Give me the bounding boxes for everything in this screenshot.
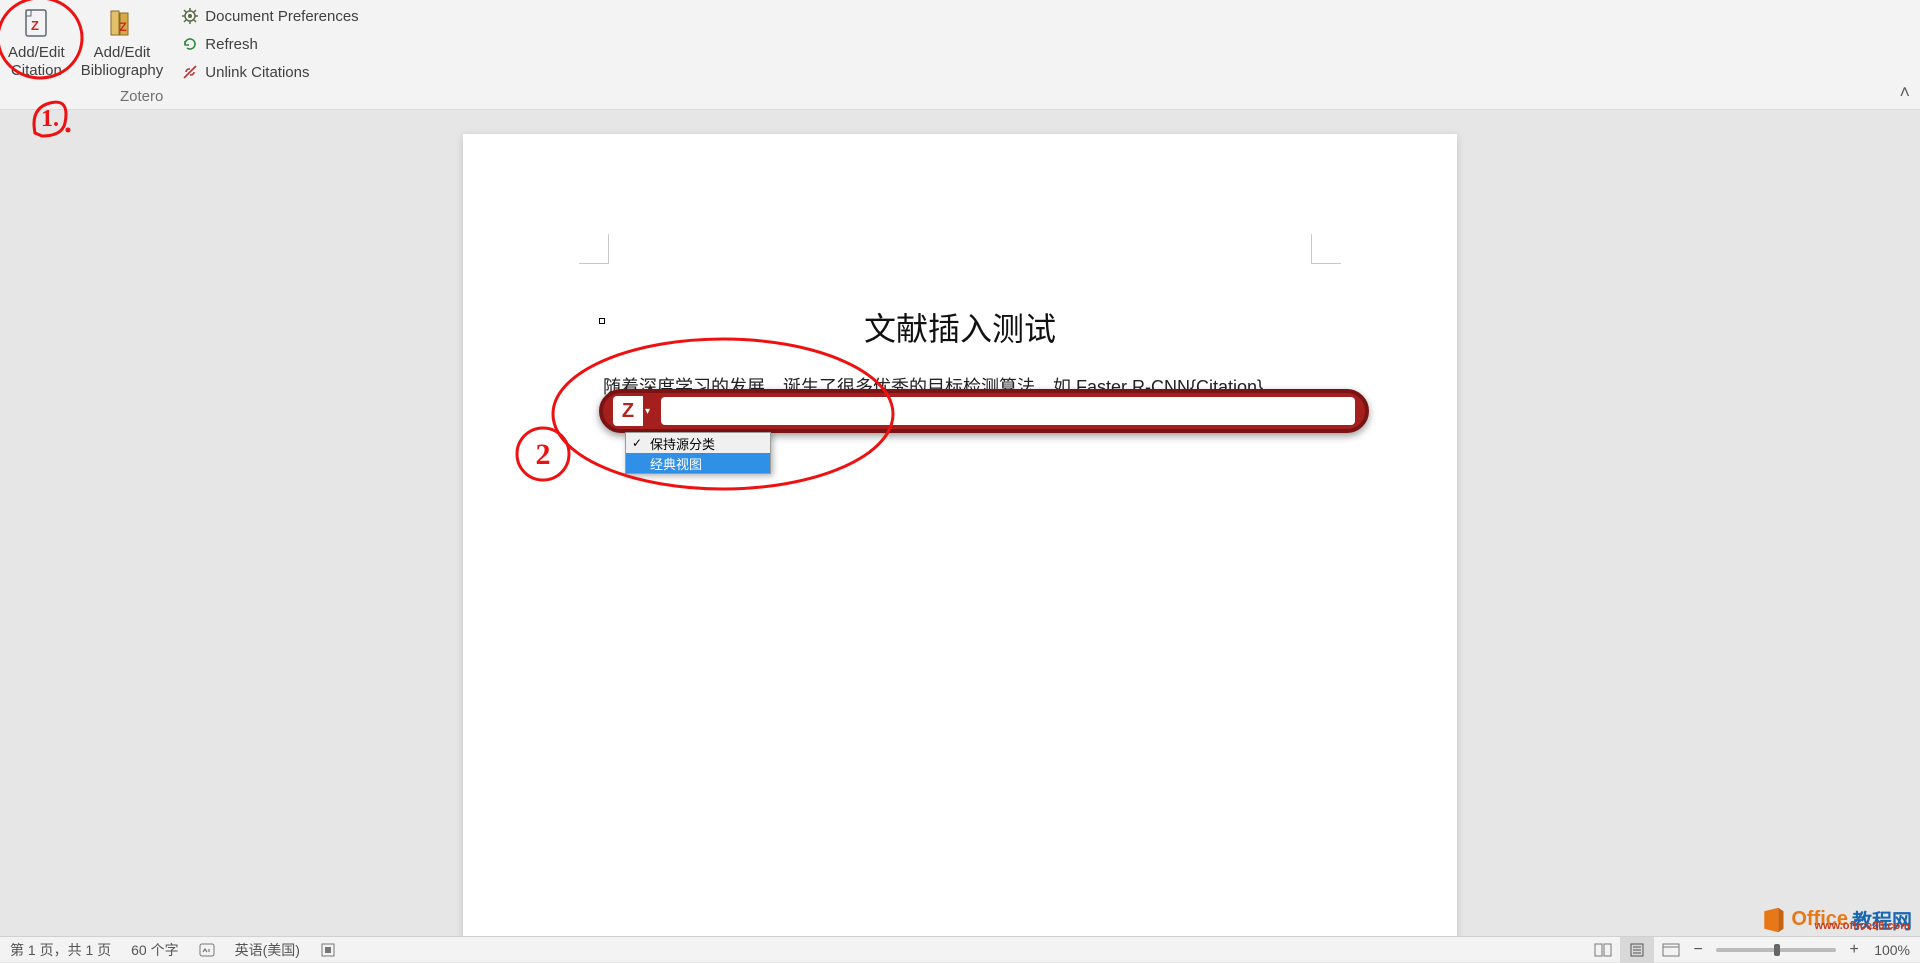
status-spellcheck[interactable] [189,937,225,962]
refresh-icon [181,35,199,53]
margin-mark-top-right [1311,234,1341,264]
zotero-z-icon[interactable]: Z [613,396,643,426]
zotero-ribbon: Z Add/Edit Citation Z Add/Edit Bibliogra… [0,0,1920,110]
citation-icon: Z [15,6,57,42]
svg-text:Z: Z [119,20,126,34]
add-edit-citation-button[interactable]: Z Add/Edit Citation [0,0,73,84]
ribbon-group-label: Zotero [120,88,163,105]
view-print-layout-button[interactable] [1620,937,1654,963]
zoom-percent[interactable]: 100% [1864,942,1920,958]
unlink-citations-button[interactable]: Unlink Citations [177,60,362,84]
add-edit-citation-label-1: Add/Edit [8,44,65,61]
svg-text:Z: Z [31,18,39,33]
status-macro[interactable] [310,937,346,962]
zotero-dropdown-icon[interactable]: ▾ [645,406,657,417]
margin-mark-top-left [579,234,609,264]
zoom-slider[interactable] [1716,948,1836,952]
view-web-layout-button[interactable] [1654,937,1688,963]
status-bar: 第 1 页，共 1 页 60 个字 英语(美国) − + 100% [0,936,1920,962]
zotero-citation-bar[interactable]: Z ▾ [599,389,1369,433]
read-mode-icon [1594,943,1612,957]
zoom-in-button[interactable]: + [1844,941,1864,959]
add-edit-bibliography-button[interactable]: Z Add/Edit Bibliography [73,0,172,84]
menu-item-label-0: 保持源分类 [650,434,715,453]
print-layout-icon [1628,943,1646,957]
zoom-out-button[interactable]: − [1688,941,1708,959]
document-area: 文献插入测试 随着深度学习的发展，诞生了很多优秀的目标检测算法，如 Faster… [0,110,1920,936]
document-preferences-button[interactable]: Document Preferences [177,4,362,28]
watermark-url: www.office26.com [1814,920,1910,932]
spellcheck-icon [199,942,215,958]
status-language[interactable]: 英语(美国) [225,937,310,962]
unlink-icon [181,63,199,81]
annotation-label-2: 2 [536,438,551,471]
status-page-info[interactable]: 第 1 页，共 1 页 [0,937,121,962]
menu-item-label-1: 经典视图 [650,454,702,473]
refresh-button[interactable]: Refresh [177,32,362,56]
web-layout-icon [1662,943,1680,957]
view-read-mode-button[interactable] [1586,937,1620,963]
ribbon-collapse-button[interactable]: ˄ [1899,82,1910,103]
check-icon: ✓ [632,436,642,450]
refresh-label: Refresh [205,36,258,53]
gear-icon [181,7,199,25]
document-title: 文献插入测试 [463,304,1457,350]
add-edit-citation-label-2: Citation [11,62,62,79]
status-word-count[interactable]: 60 个字 [121,937,188,962]
zoom-slider-thumb[interactable] [1774,944,1780,956]
zotero-dropdown-menu: ✓ 保持源分类 经典视图 [625,432,771,474]
menu-item-keep-source-category[interactable]: ✓ 保持源分类 [626,433,770,453]
document-page[interactable]: 文献插入测试 随着深度学习的发展，诞生了很多优秀的目标检测算法，如 Faster… [463,134,1457,936]
menu-item-classic-view[interactable]: 经典视图 [626,453,770,473]
document-preferences-label: Document Preferences [205,8,358,25]
add-edit-bibliography-label-1: Add/Edit [94,44,151,61]
bibliography-icon: Z [101,6,143,42]
unlink-citations-label: Unlink Citations [205,64,309,81]
zotero-citation-input[interactable] [661,397,1355,425]
add-edit-bibliography-label-2: Bibliography [81,62,164,79]
office-logo-icon [1759,906,1787,934]
macro-icon [320,942,336,958]
